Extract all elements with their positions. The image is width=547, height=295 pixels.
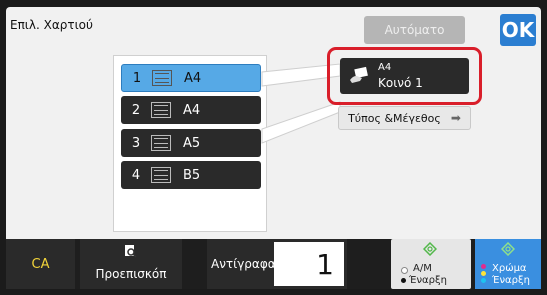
paper-size-label: A4 (378, 62, 392, 73)
copies-control: Αντίγραφα 1 (207, 239, 347, 289)
arrow-right-icon: ➡ (450, 111, 461, 125)
paper-hand-icon (348, 66, 370, 88)
color-start-button[interactable]: Χρώμα Έναρξη (475, 239, 541, 289)
preview-button[interactable]: Προεπισκόπ (80, 239, 182, 289)
black-dot-icon (401, 278, 406, 283)
preview-label: Προεπισκόπ (95, 267, 167, 281)
type-size-button[interactable]: Τύπος &Μέγεθος ➡ (338, 106, 471, 130)
yellow-dot-icon (481, 271, 486, 276)
ca-button[interactable]: CA (6, 239, 75, 289)
paper-type-label: Κοινό 1 (378, 76, 423, 90)
bw-start-line2: Έναρξη (409, 275, 447, 286)
start-diamond-icon (501, 242, 515, 256)
cyan-dot-icon (481, 278, 486, 283)
bw-start-line1: Α/Μ (413, 263, 432, 274)
preview-icon (125, 245, 137, 258)
type-size-label: Τύπος &Μέγεθος (348, 111, 441, 125)
magenta-dot-icon (481, 264, 486, 269)
paper-type-display[interactable]: A4 Κοινό 1 (340, 58, 469, 94)
copies-input[interactable]: 1 (274, 242, 344, 286)
start-diamond-icon (423, 242, 437, 256)
bw-start-button[interactable]: Α/Μ Έναρξη (391, 239, 471, 289)
color-start-line1: Χρώμα (492, 263, 527, 274)
color-start-line2: Έναρξη (492, 275, 530, 286)
copies-label: Αντίγραφα (211, 257, 276, 271)
white-dot-icon (401, 267, 408, 274)
